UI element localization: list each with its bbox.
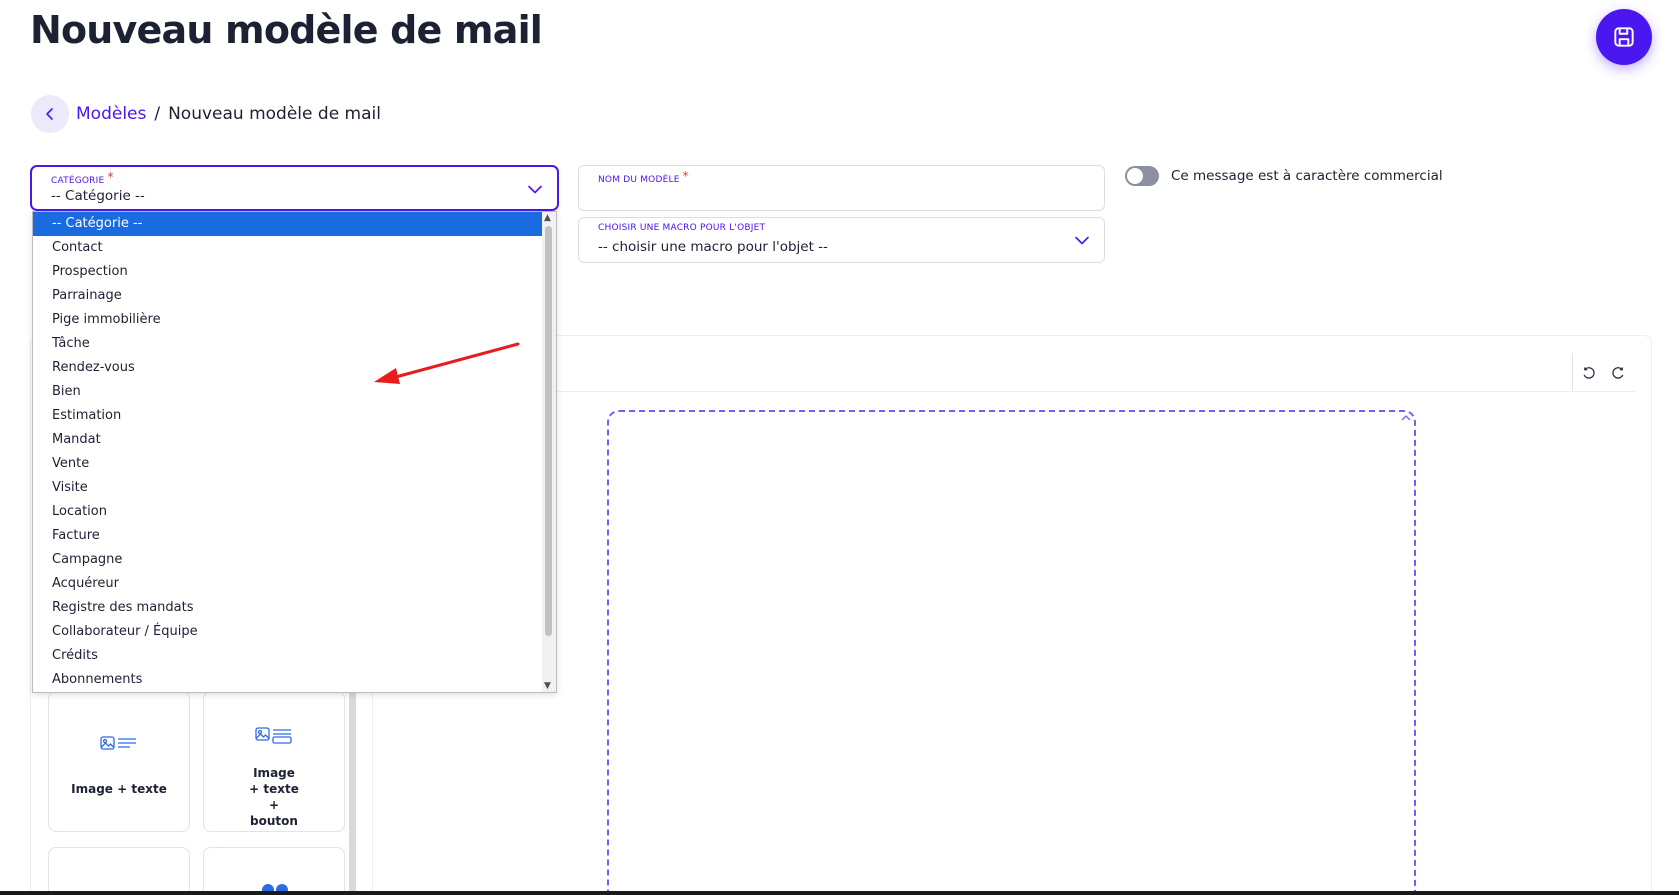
toggle-knob <box>1127 168 1143 184</box>
dropdown-options: -- Catégorie -- Contact Prospection Parrain… <box>33 212 543 692</box>
dropdown-option[interactable]: Contact <box>33 236 543 260</box>
dropdown-option[interactable]: Facture <box>33 524 543 548</box>
nom-modele-label: Nom du modèle * <box>598 169 689 185</box>
dropdown-option[interactable]: Vente <box>33 452 543 476</box>
dropdown-option[interactable]: Location <box>33 500 543 524</box>
dropdown-option[interactable]: Parrainage <box>33 284 543 308</box>
dropdown-option[interactable]: Pige immobilière <box>33 308 543 332</box>
nom-modele-field[interactable]: Nom du modèle * <box>578 165 1105 211</box>
scroll-up-icon[interactable]: ▲ <box>544 213 551 223</box>
dropdown-option[interactable]: Abonnements <box>33 668 543 692</box>
macro-objet-value: -- choisir une macro pour l'objet -- <box>598 239 828 255</box>
toolbar-divider <box>1572 354 1573 390</box>
dropdown-option[interactable]: Acquéreur <box>33 572 543 596</box>
breadcrumb-current: Nouveau modèle de mail <box>168 104 381 124</box>
dropdown-option[interactable]: -- Catégorie -- <box>33 212 543 236</box>
breadcrumb-link-modeles[interactable]: Modèles <box>76 104 146 124</box>
chevron-down-icon <box>528 185 542 194</box>
scrollbar-thumb[interactable] <box>545 226 552 636</box>
categorie-value: -- Catégorie -- <box>51 188 145 204</box>
sidebar-divider <box>372 690 373 895</box>
dropdown-option[interactable]: Collaborateur / Équipe <box>33 620 543 644</box>
commercial-toggle-group: Ce message est à caractère commercial <box>1125 166 1443 186</box>
blocks-scrollbar[interactable] <box>349 690 356 895</box>
categorie-select[interactable]: Catégorie * -- Catégorie -- <box>30 165 559 211</box>
dropdown-scrollbar[interactable]: ▲ ▼ <box>542 212 556 692</box>
macro-objet-label: Choisir une macro pour l'objet <box>598 223 766 233</box>
required-mark: * <box>682 169 689 183</box>
block-image-texte-bouton[interactable]: Image + texte + bouton <box>203 691 345 832</box>
breadcrumb: Modèles / Nouveau modèle de mail <box>31 95 381 133</box>
dropdown-option[interactable]: Prospection <box>33 260 543 284</box>
macro-objet-select[interactable]: Choisir une macro pour l'objet -- choisi… <box>578 217 1105 263</box>
chevron-down-icon <box>1075 236 1089 245</box>
editor-toolbar <box>373 356 1636 392</box>
image-text-button-icon <box>255 727 292 744</box>
block-label: Image + texte <box>71 782 167 796</box>
back-button[interactable] <box>31 95 69 133</box>
redo-icon <box>1611 366 1623 379</box>
undo-icon <box>1583 366 1595 379</box>
dropdown-option[interactable]: Estimation <box>33 404 543 428</box>
dropdown-option[interactable]: Registre des mandats <box>33 596 543 620</box>
redo-button[interactable] <box>1606 362 1628 384</box>
block-label: Image + texte + bouton <box>249 766 299 828</box>
page-title: Nouveau modèle de mail <box>30 8 543 52</box>
email-canvas-dropzone[interactable] <box>607 410 1416 895</box>
categorie-label: Catégorie * <box>51 170 114 186</box>
undo-button[interactable] <box>1578 362 1600 384</box>
red-arrow-annotation <box>374 342 520 384</box>
chevron-left-icon <box>46 108 53 120</box>
bottom-edge <box>0 891 1679 895</box>
block-card[interactable] <box>203 847 345 895</box>
block-card[interactable] <box>48 847 190 895</box>
dropdown-option[interactable]: Crédits <box>33 644 543 668</box>
image-text-icon <box>100 736 136 750</box>
categorie-dropdown-list[interactable]: -- Catégorie -- Contact Prospection Parrain… <box>32 211 557 693</box>
scroll-down-icon[interactable]: ▼ <box>544 681 551 691</box>
dropdown-option[interactable]: Visite <box>33 476 543 500</box>
block-image-texte[interactable]: Image + texte <box>48 691 190 832</box>
commercial-toggle[interactable] <box>1125 166 1159 186</box>
breadcrumb-separator: / <box>154 104 161 124</box>
required-mark: * <box>107 170 114 184</box>
chevron-up-icon[interactable] <box>1401 414 1411 421</box>
save-button[interactable] <box>1596 9 1652 65</box>
dropdown-option[interactable]: Mandat <box>33 428 543 452</box>
dropdown-option[interactable]: Campagne <box>33 548 543 572</box>
save-icon <box>1614 27 1634 47</box>
commercial-toggle-label: Ce message est à caractère commercial <box>1171 168 1443 184</box>
